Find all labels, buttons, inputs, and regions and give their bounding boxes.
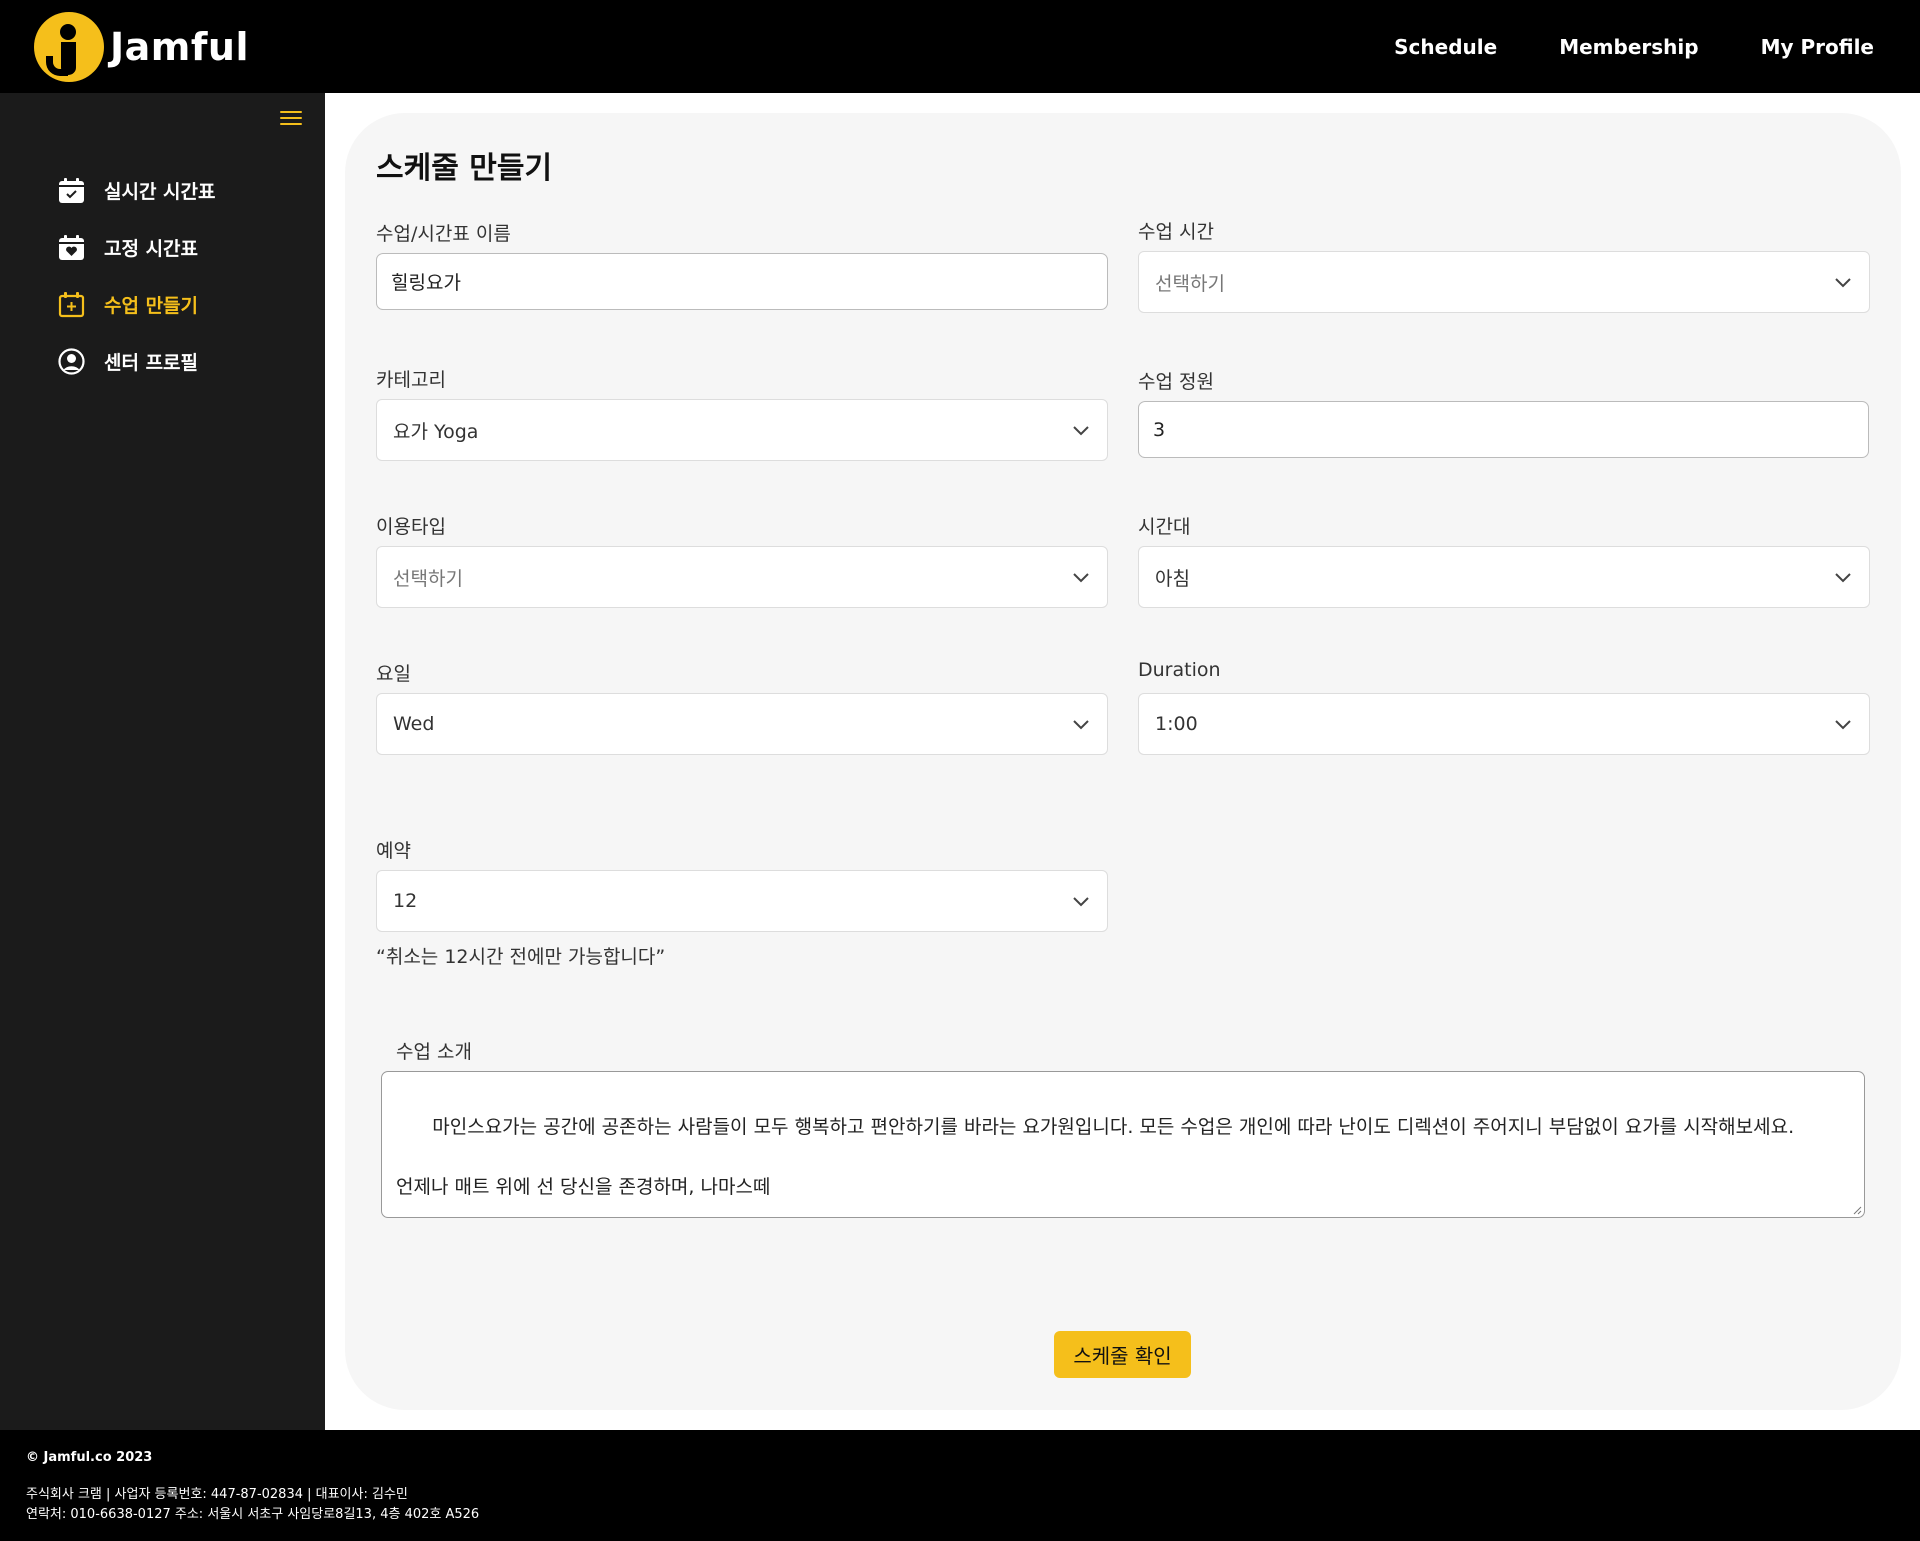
class-time-select[interactable]: 선택하기	[1138, 251, 1870, 313]
footer-contact-info: 연락처: 010-6638-0127 주소: 서울시 서초구 사임당로8길13,…	[26, 1507, 480, 1522]
category-value: 요가 Yoga	[393, 420, 479, 443]
time-slot-value: 아침	[1155, 567, 1190, 590]
class-name-input[interactable]: 힐링요가	[376, 253, 1108, 310]
chevron-down-icon	[1073, 426, 1089, 436]
sidebar: 실시간 시간표 고정 시간표 수업 만들기 센터 프로필	[0, 93, 325, 1430]
class-time-value: 선택하기	[1155, 272, 1225, 295]
class-name-label: 수업/시간표 이름	[376, 223, 511, 245]
class-name-field: 수업/시간표 이름 힐링요가	[376, 219, 1108, 310]
category-field: 카테고리 요가 Yoga	[376, 365, 1108, 461]
chevron-down-icon	[1073, 720, 1089, 730]
footer-copyright: © Jamful.co 2023	[26, 1450, 153, 1465]
sidebar-item-label: 센터 프로필	[104, 352, 199, 374]
calendar-plus-icon	[58, 291, 85, 318]
class-time-label: 수업 시간	[1138, 221, 1214, 243]
chevron-down-icon	[1835, 278, 1851, 288]
page-title: 스케줄 만들기	[376, 151, 553, 186]
usage-type-select[interactable]: 선택하기	[376, 546, 1108, 608]
top-navbar: Jamful Schedule Membership My Profile	[0, 0, 1920, 93]
duration-select[interactable]: 1:00	[1138, 693, 1870, 755]
weekday-label: 요일	[376, 663, 411, 685]
intro-field: 수업 소개 마인스요가는 공간에 공존하는 사람들이 모두 행복하고 편안하기를…	[381, 1037, 1865, 1218]
logo[interactable]: Jamful	[34, 11, 249, 83]
sidebar-nav: 실시간 시간표 고정 시간표 수업 만들기 센터 프로필	[58, 176, 216, 404]
category-select[interactable]: 요가 Yoga	[376, 399, 1108, 461]
intro-label: 수업 소개	[396, 1041, 472, 1063]
chevron-down-icon	[1073, 573, 1089, 583]
time-slot-field: 시간대 아침	[1138, 512, 1870, 608]
reservation-value: 12	[393, 890, 418, 912]
time-slot-label: 시간대	[1138, 516, 1191, 538]
chevron-down-icon	[1835, 720, 1851, 730]
sidebar-item-create-class[interactable]: 수업 만들기	[58, 290, 216, 319]
category-label: 카테고리	[376, 369, 446, 391]
sidebar-item-center-profile[interactable]: 센터 프로필	[58, 347, 216, 376]
chevron-down-icon	[1835, 573, 1851, 583]
time-slot-select[interactable]: 아침	[1138, 546, 1870, 608]
sidebar-item-fixed-schedule[interactable]: 고정 시간표	[58, 233, 216, 262]
cancellation-note: “취소는 12시간 전에만 가능합니다”	[376, 946, 666, 968]
weekday-select[interactable]: Wed	[376, 693, 1108, 755]
sidebar-item-label: 고정 시간표	[104, 238, 199, 260]
schedule-form-card: 스케줄 만들기 수업/시간표 이름 힐링요가 수업 시간 선택하기 카테고리 요…	[345, 113, 1901, 1410]
sidebar-item-realtime-schedule[interactable]: 실시간 시간표	[58, 176, 216, 205]
user-circle-icon	[58, 348, 85, 375]
duration-label: Duration	[1138, 659, 1221, 681]
capacity-label: 수업 정원	[1138, 371, 1214, 393]
nav-link-schedule[interactable]: Schedule	[1394, 35, 1497, 59]
calendar-heart-icon	[58, 234, 85, 261]
reservation-label: 예약	[376, 840, 411, 862]
weekday-field: 요일 Wed	[376, 659, 1108, 755]
duration-value: 1:00	[1155, 713, 1198, 735]
sidebar-item-label: 수업 만들기	[104, 295, 199, 317]
usage-type-field: 이용타입 선택하기	[376, 512, 1108, 608]
usage-type-label: 이용타입	[376, 516, 446, 538]
reservation-field: 예약 12 “취소는 12시간 전에만 가능합니다”	[376, 836, 1108, 969]
confirm-schedule-button[interactable]: 스케줄 확인	[1054, 1331, 1191, 1378]
logo-mark-icon	[34, 12, 104, 82]
hamburger-menu-icon[interactable]	[280, 107, 302, 127]
nav-link-membership[interactable]: Membership	[1559, 35, 1698, 59]
duration-field: Duration 1:00	[1138, 659, 1870, 755]
nav-link-my-profile[interactable]: My Profile	[1761, 35, 1874, 59]
sidebar-item-label: 실시간 시간표	[104, 181, 216, 203]
logo-text: Jamful	[110, 25, 249, 69]
footer: © Jamful.co 2023 주식회사 크램 | 사업자 등록번호: 447…	[0, 1430, 1920, 1541]
top-nav: Schedule Membership My Profile	[1394, 0, 1874, 93]
weekday-value: Wed	[393, 713, 435, 735]
footer-company-info: 주식회사 크램 | 사업자 등록번호: 447-87-02834 | 대표이사:…	[26, 1487, 408, 1502]
calendar-check-icon	[58, 177, 85, 204]
usage-type-value: 선택하기	[393, 567, 463, 590]
resize-handle-icon[interactable]	[1852, 1205, 1862, 1215]
reservation-select[interactable]: 12	[376, 870, 1108, 932]
capacity-field: 수업 정원 3	[1138, 367, 1869, 458]
intro-text: 마인스요가는 공간에 공존하는 사람들이 모두 행복하고 편안하기를 바라는 요…	[396, 1116, 1795, 1198]
chevron-down-icon	[1073, 897, 1089, 907]
class-time-field: 수업 시간 선택하기	[1138, 217, 1870, 313]
capacity-input[interactable]: 3	[1138, 401, 1869, 458]
intro-textarea[interactable]: 마인스요가는 공간에 공존하는 사람들이 모두 행복하고 편안하기를 바라는 요…	[381, 1071, 1865, 1218]
